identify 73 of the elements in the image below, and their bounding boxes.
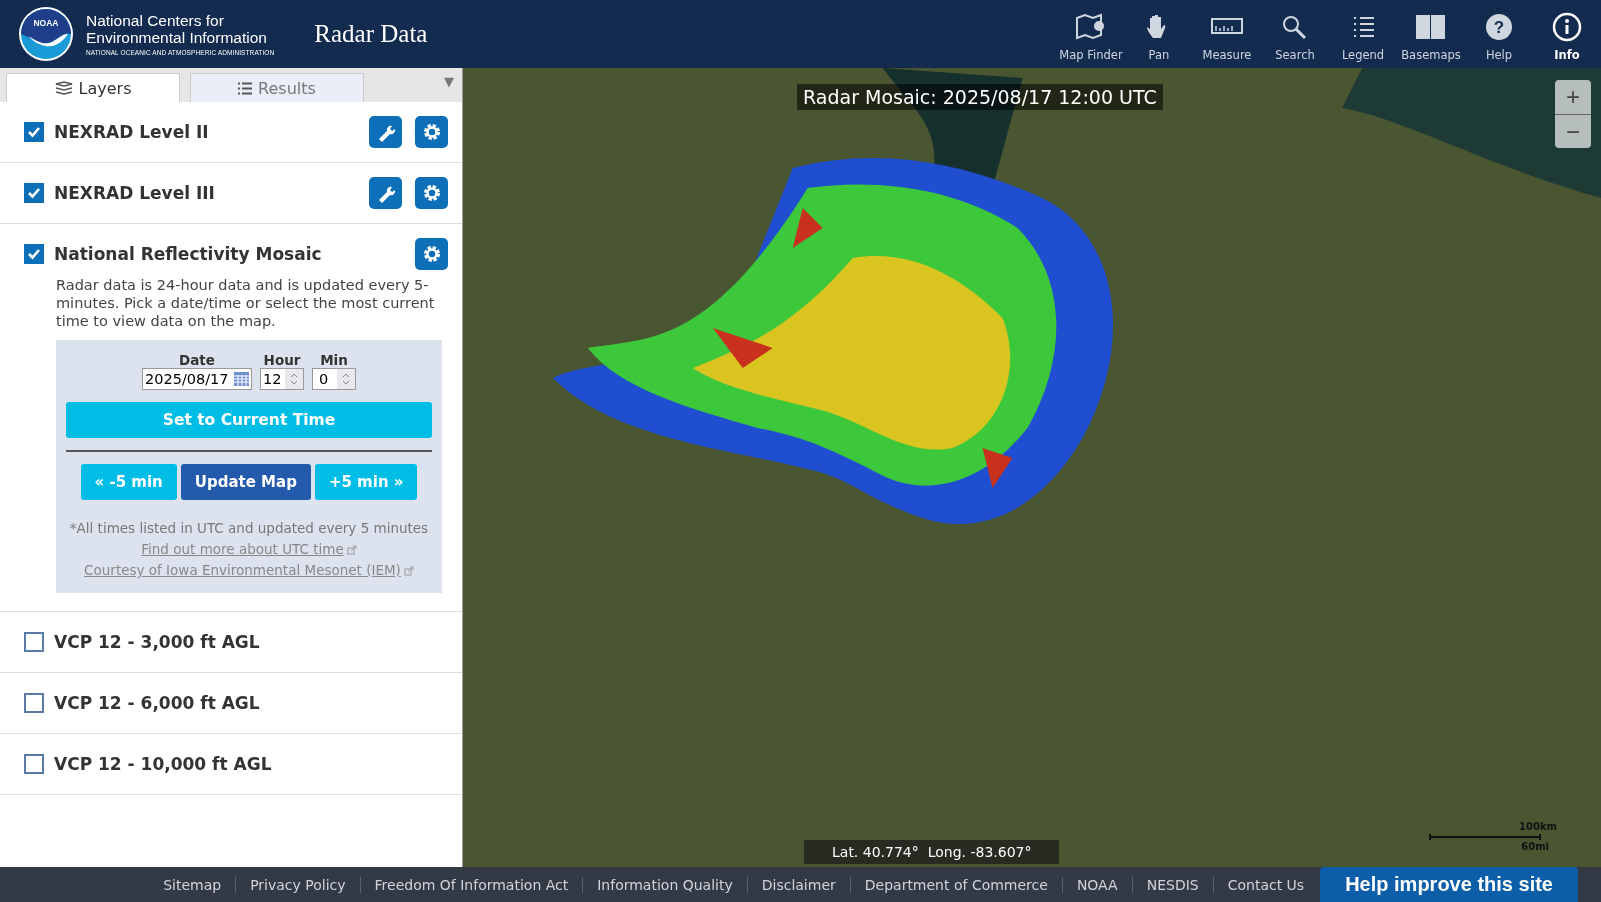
toolbar-button[interactable]: Map Finder bbox=[1057, 6, 1125, 62]
date-input[interactable]: 2025/08/17 bbox=[142, 368, 252, 390]
footer-link[interactable]: Disclaimer bbox=[746, 876, 850, 893]
toolbar-button[interactable]: Legend bbox=[1329, 6, 1397, 62]
info-icon bbox=[1550, 12, 1584, 42]
layer-name: National Reflectivity Mosaic bbox=[54, 244, 323, 264]
settings-icon bbox=[421, 183, 442, 203]
footer-link[interactable]: NOAA bbox=[1061, 876, 1132, 893]
footer-link[interactable]: Contact Us bbox=[1212, 876, 1319, 893]
map-title: Radar Mosaic: 2025/08/17 12:00 UTC bbox=[797, 84, 1163, 110]
toolbar-button[interactable]: Info bbox=[1533, 6, 1601, 62]
settings-button[interactable] bbox=[415, 238, 448, 270]
zoom-in-button[interactable]: + bbox=[1555, 80, 1591, 114]
spinner-icon bbox=[285, 369, 303, 389]
field-label: Hour bbox=[263, 352, 301, 368]
layer-name: VCP 12 - 6,000 ft AGL bbox=[54, 693, 261, 713]
footer-link[interactable]: Information Quality bbox=[582, 876, 747, 893]
footer-link[interactable]: Department of Commerce bbox=[849, 876, 1062, 893]
checkbox[interactable] bbox=[24, 122, 44, 142]
zoom-out-button[interactable]: − bbox=[1555, 114, 1591, 148]
toolbar-button[interactable]: Search bbox=[1261, 6, 1329, 62]
footer-link[interactable]: Freedom Of Information Act bbox=[359, 876, 583, 893]
layer-name: NEXRAD Level II bbox=[54, 122, 210, 142]
scale-label: 60mi bbox=[1521, 841, 1549, 852]
note-text: *All times listed in UTC and updated every 5 minutes bbox=[69, 519, 429, 538]
feedback-button[interactable]: Help improve this site bbox=[1320, 867, 1578, 902]
checkbox[interactable] bbox=[24, 244, 44, 264]
check-icon bbox=[27, 187, 41, 199]
layer-name: VCP 12 - 3,000 ft AGL bbox=[54, 632, 261, 652]
layers-icon bbox=[54, 81, 73, 95]
collapse-button[interactable]: ▼ bbox=[444, 74, 454, 89]
settings-button[interactable] bbox=[415, 116, 448, 148]
layer-name: VCP 12 - 10,000 ft AGL bbox=[54, 754, 273, 774]
list-icon bbox=[238, 81, 253, 95]
grid-icon bbox=[1414, 12, 1448, 42]
footer-link[interactable]: NESDIS bbox=[1131, 876, 1213, 893]
footer-link[interactable]: Privacy Policy bbox=[235, 876, 360, 893]
toolbar-button[interactable]: Basemaps bbox=[1397, 6, 1465, 62]
wrench-button[interactable] bbox=[369, 177, 402, 209]
checkbox[interactable] bbox=[24, 754, 44, 774]
scale-label: 100km bbox=[1519, 821, 1557, 832]
org-name: Environmental Information bbox=[86, 29, 268, 46]
layer-name: NEXRAD Level III bbox=[54, 183, 216, 203]
hour-input[interactable]: 12 bbox=[260, 368, 304, 390]
toolbar-button[interactable]: Measure bbox=[1193, 6, 1261, 62]
org-name: National Centers for bbox=[86, 12, 225, 29]
footer-link[interactable]: Sitemap bbox=[149, 876, 236, 893]
tab[interactable]: Layers bbox=[6, 73, 180, 102]
spinner-icon bbox=[337, 369, 355, 389]
logo: NOAA bbox=[18, 6, 74, 62]
settings-icon bbox=[421, 244, 442, 264]
settings-icon bbox=[421, 122, 442, 142]
coordinates-readout: Lat. 40.774° Long. -83.607° bbox=[804, 840, 1060, 864]
field-label: Min bbox=[320, 352, 348, 368]
minute-input[interactable]: 0 bbox=[312, 368, 356, 390]
check-icon bbox=[27, 126, 41, 138]
check-icon bbox=[27, 248, 41, 260]
app-title: Radar Data bbox=[314, 20, 428, 48]
external-link-icon bbox=[346, 544, 357, 555]
checkbox[interactable] bbox=[24, 632, 44, 652]
checkbox[interactable] bbox=[24, 183, 44, 203]
wrench-button[interactable] bbox=[369, 116, 402, 148]
external-link-icon bbox=[403, 565, 414, 576]
tab[interactable]: Results bbox=[190, 73, 364, 102]
checkbox[interactable] bbox=[24, 693, 44, 713]
toolbar-button[interactable]: ? Help bbox=[1465, 6, 1533, 62]
toolbar-button[interactable]: Pan bbox=[1125, 6, 1193, 62]
satellite-map[interactable]: Radar Mosaic: 2025/08/17 12:00 UTC + − Lat. 40.774° Long. -83.607° 100km 60mi bbox=[463, 68, 1601, 867]
update-map-button[interactable]: Update Map bbox=[180, 464, 311, 500]
field-label: Date bbox=[179, 352, 215, 368]
layer-description: Radar data is 24-hour data and is updated every 5-minutes. Pick a date/time or select the most current time to view data on the map. bbox=[56, 276, 436, 330]
calendar-icon bbox=[234, 372, 249, 386]
settings-button[interactable] bbox=[415, 177, 448, 209]
